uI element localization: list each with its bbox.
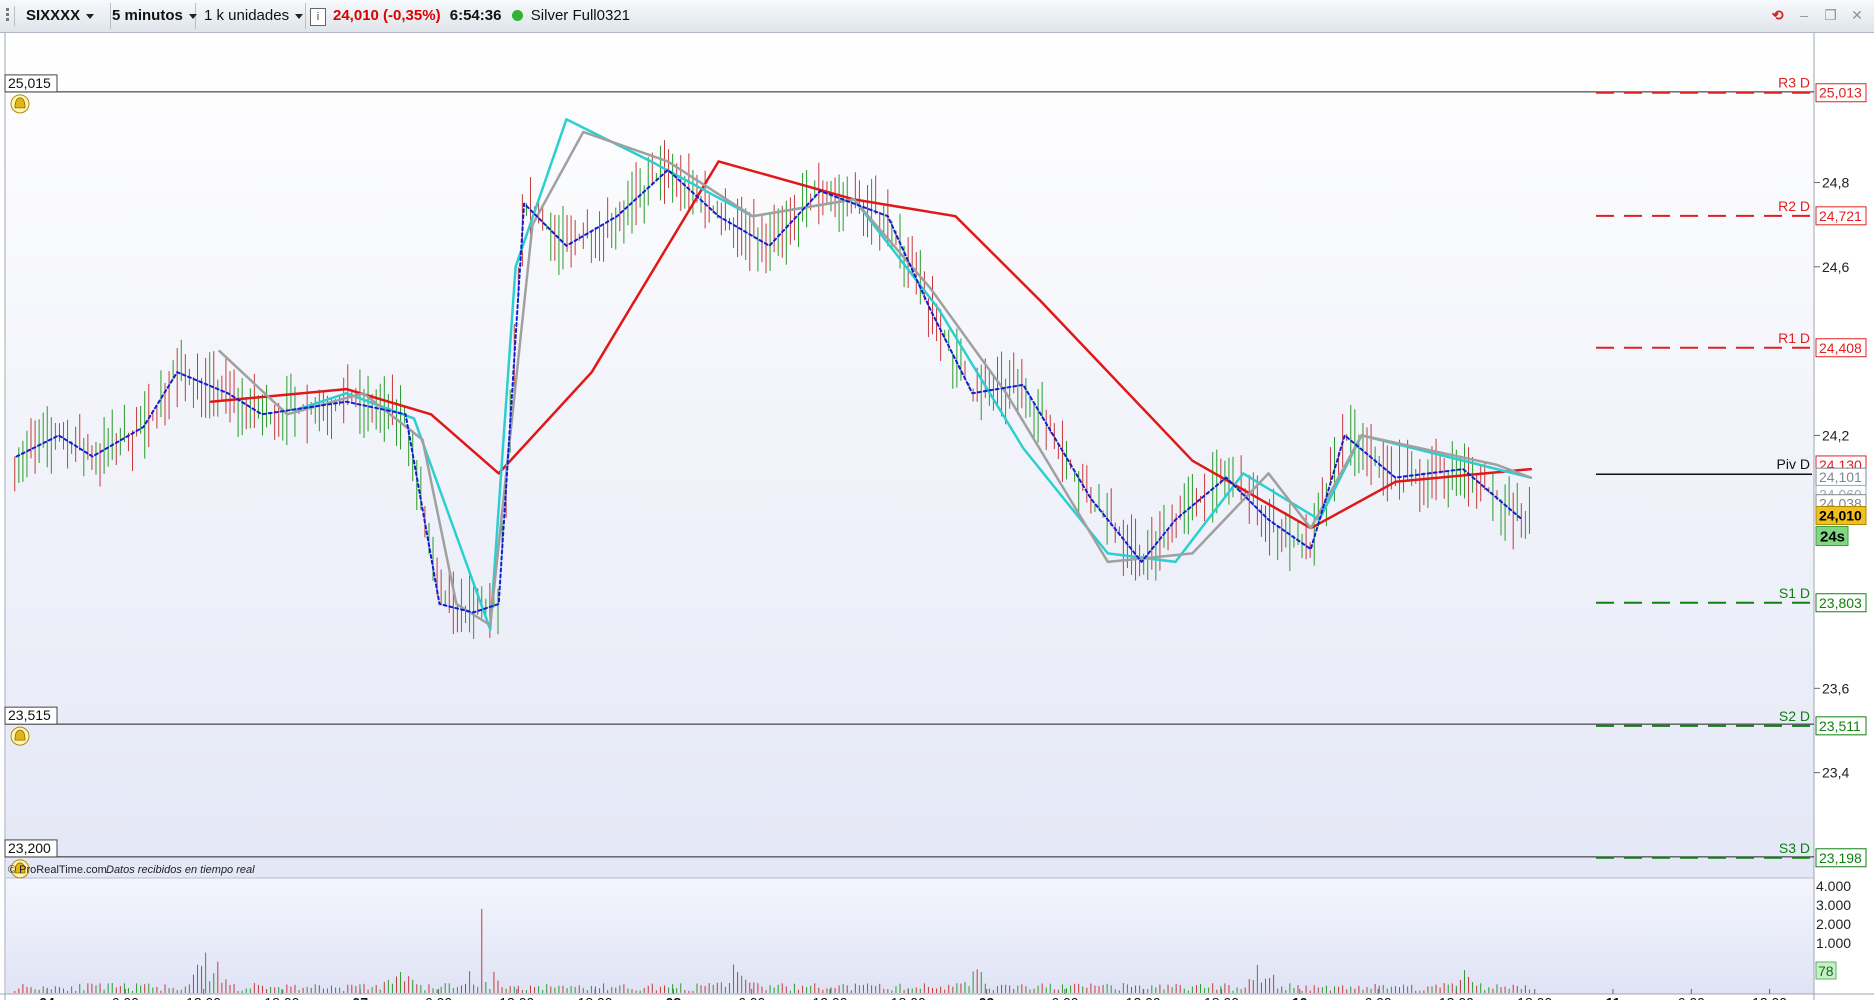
time-label: 04 (39, 994, 55, 1000)
volume-last-label: 78 (1818, 963, 1834, 979)
price-tick-label: 24,2 (1822, 427, 1849, 443)
price-change: 24,010 (-0,35%) (333, 7, 441, 24)
pivot-name: S2 D (1779, 708, 1810, 724)
symbol-selector[interactable]: SIXXXX (20, 3, 111, 29)
pivot-name: Piv D (1777, 456, 1810, 472)
time-label: 6:00 (425, 994, 452, 1000)
time-label: 12:00 (812, 994, 847, 1000)
time-label: 11 (1606, 994, 1621, 1000)
time-label: 6:00 (112, 994, 139, 1000)
pivot-value-badge: 24,408 (1819, 340, 1862, 356)
time-label: 12:00 (186, 994, 221, 1000)
chart-area[interactable]: 25,015 23,515 23,200 R3 D R2 D R1 D Piv D S1 D… (0, 33, 1874, 1000)
time-label: 12:00 (499, 994, 534, 1000)
time-label: 07 (352, 994, 368, 1000)
time-label: 12:00 (1439, 994, 1474, 1000)
time-label: 18:00 (1204, 994, 1239, 1000)
countdown-label: 24s (1820, 529, 1845, 546)
alert-label: 23,200 (8, 840, 51, 856)
timeframe-selector[interactable]: 5 minutos (106, 3, 197, 29)
time-label: 12:00 (1752, 994, 1787, 1000)
volume-tick-label: 1.000 (1816, 935, 1851, 951)
price-tick-label: 24,6 (1822, 259, 1849, 275)
status-dot-icon (511, 10, 523, 21)
time-label: 6:00 (738, 994, 765, 1000)
quote-display: 24,010 (-0,35%) 6:54:36 Silver Full0321 (333, 3, 630, 29)
chevron-down-icon (86, 13, 95, 19)
quote-time: 6:54:36 (449, 7, 502, 24)
price-tick-label: 24,8 (1822, 175, 1849, 191)
pivot-name: R3 D (1778, 75, 1810, 91)
axis-badge: 24,101 (1819, 469, 1862, 485)
account-name: Silver Full0321 (530, 7, 631, 24)
pivot-value-badge: 24,721 (1819, 208, 1862, 224)
bell-icon-body (14, 97, 26, 109)
volume-tick-label: 2.000 (1816, 916, 1851, 932)
volume-tick-label: 4.000 (1816, 878, 1851, 894)
provider-label: © ProRealTime.com (8, 864, 107, 876)
bell-icon-body (14, 729, 26, 741)
price-panel-background (6, 35, 1814, 878)
time-label: 09 (979, 994, 995, 1000)
time-label: 18:00 (578, 994, 613, 1000)
pivot-value-badge: 23,511 (1819, 718, 1861, 734)
toolbar: SIXXXX 5 minutos 1 k unidades i 24,010 (… (0, 0, 1874, 33)
realtime-note: Datos recibidos en tiempo real (106, 864, 255, 876)
chevron-down-icon (188, 13, 197, 19)
grip-icon[interactable] (4, 6, 15, 26)
pivot-name: R1 D (1778, 330, 1810, 346)
symbol-label: SIXXXX (26, 7, 81, 24)
units-label: 1 k unidades (204, 7, 290, 24)
time-label: 6:00 (1051, 994, 1078, 1000)
minimize-icon[interactable]: – (1793, 4, 1815, 26)
price-tick-label: 23,4 (1822, 765, 1849, 781)
time-label: 10 (1292, 994, 1308, 1000)
alert-label: 25,015 (8, 75, 51, 91)
pivot-value-badge: 25,013 (1819, 85, 1862, 101)
time-label: 18:00 (1517, 994, 1552, 1000)
chevron-down-icon (295, 13, 304, 19)
window-controls: ⟲ – ❐ ✕ (1767, 4, 1868, 28)
time-label: 18:00 (264, 994, 299, 1000)
close-icon[interactable]: ✕ (1846, 4, 1868, 26)
pivot-name: R2 D (1778, 198, 1810, 214)
time-label: 12:00 (1126, 994, 1161, 1000)
time-label: 6:00 (1364, 994, 1391, 1000)
timeframe-label: 5 minutos (112, 7, 183, 24)
alert-label: 23,515 (8, 707, 51, 723)
pivot-name: S3 D (1779, 840, 1810, 856)
volume-panel-background (6, 878, 1814, 994)
price-tick-label: 23,6 (1822, 680, 1849, 696)
volume-tick-label: 3.000 (1816, 897, 1851, 913)
pivot-value-badge: 23,803 (1819, 595, 1862, 611)
time-label: 18:00 (891, 994, 926, 1000)
pivot-value-badge: 23,198 (1819, 850, 1862, 866)
last-price-badge: 24,010 (1819, 508, 1862, 524)
time-label: 08 (666, 994, 682, 1000)
sync-icon[interactable]: ⟲ (1767, 4, 1789, 26)
units-selector[interactable]: 1 k unidades (198, 3, 306, 29)
time-label: 6:00 (1678, 994, 1705, 1000)
info-icon[interactable]: i (310, 8, 326, 26)
restore-icon[interactable]: ❐ (1820, 4, 1842, 26)
pivot-name: S1 D (1779, 585, 1810, 601)
